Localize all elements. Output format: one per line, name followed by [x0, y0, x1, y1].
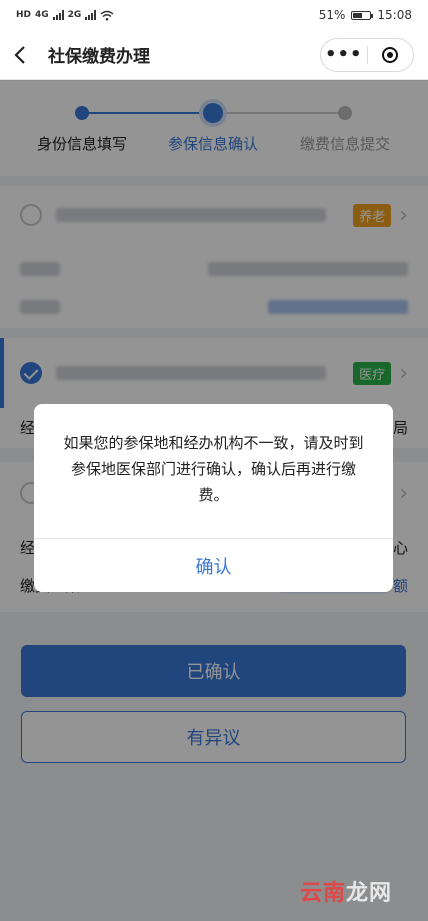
nav-bar: 社保缴费办理 •••	[0, 30, 428, 80]
dialog-message: 如果您的参保地和经办机构不一致，请及时到参保地医保部门进行确认，确认后再进行缴费…	[63, 434, 364, 504]
signal-icon-2	[85, 10, 97, 20]
watermark-part2: 龙网	[345, 881, 392, 906]
network-indicators: HD 4G 2G	[16, 10, 114, 21]
dialog-confirm-button[interactable]: 确认	[34, 539, 393, 592]
confirm-dialog: 如果您的参保地和经办机构不一致，请及时到参保地医保部门进行确认，确认后再进行缴费…	[34, 404, 393, 592]
close-button[interactable]	[368, 39, 414, 71]
target-close-icon	[382, 47, 399, 63]
more-button[interactable]: •••	[321, 39, 367, 71]
wifi-icon	[100, 10, 114, 21]
page-title: 社保缴费办理	[48, 47, 150, 67]
clock: 15:08	[377, 8, 412, 22]
watermark: 云南龙网	[300, 875, 392, 907]
hd-label: HD	[16, 10, 32, 20]
watermark-part1: 云南	[299, 881, 346, 906]
network-4g-label: 4G	[35, 10, 49, 20]
mini-program-capsule: •••	[320, 38, 414, 72]
signal-icon	[52, 10, 64, 20]
battery-icon	[351, 10, 374, 20]
more-dots-icon: •••	[324, 44, 363, 65]
battery-percent: 51%	[318, 8, 346, 22]
back-chevron-icon[interactable]	[14, 40, 34, 70]
status-bar: HD 4G 2G 51% 15:08	[0, 0, 428, 30]
network-2g-label: 2G	[67, 10, 82, 20]
